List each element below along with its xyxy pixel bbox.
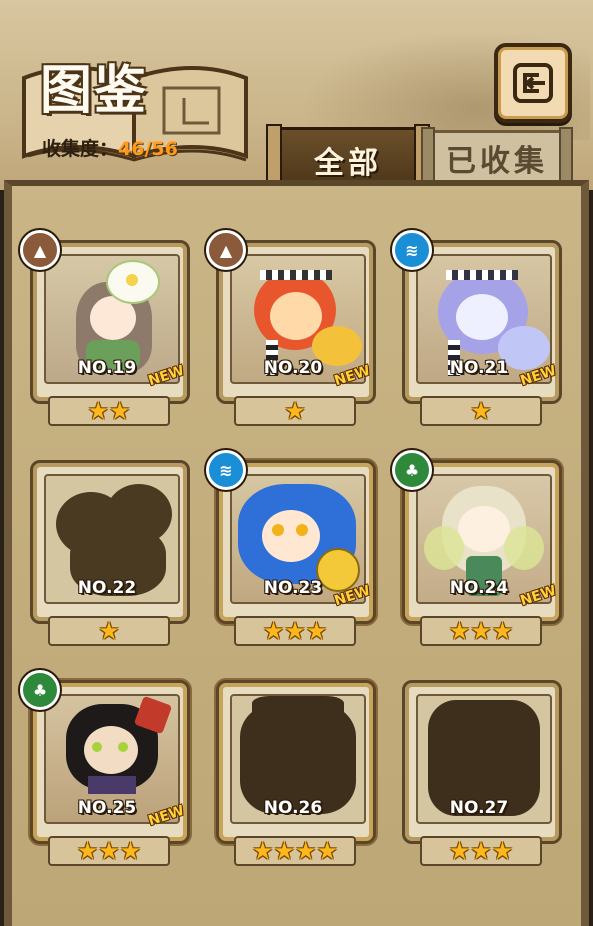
wood-element-icon: ♣ xyxy=(20,670,60,710)
star-plate: ★★★ xyxy=(420,616,542,646)
monster-card-23[interactable]: ≋ NO.23 NEW ★★★ xyxy=(206,450,376,646)
progress-label: 收集度： xyxy=(42,138,119,160)
star-plate: ★★★ xyxy=(234,616,356,646)
collection-progress: 收集度：46/56 xyxy=(42,134,178,161)
star-plate: ★★★ xyxy=(420,836,542,866)
rarity-stars-icon: ★ xyxy=(98,617,120,645)
tab-collected[interactable]: 已收集 xyxy=(421,127,573,187)
monster-number: NO.27 xyxy=(449,798,509,818)
rarity-stars-icon: ★ xyxy=(284,397,306,425)
monster-card-27[interactable]: NO.27 ★★★ xyxy=(402,680,562,866)
rarity-stars-icon: ★★★ xyxy=(262,617,328,645)
monster-card-21[interactable]: ≋ NO.21 NEW ★ xyxy=(392,230,562,426)
monster-card-20[interactable]: ▲ NO.20 NEW ★ xyxy=(206,230,376,426)
rarity-stars-icon: ★★ xyxy=(87,397,131,425)
progress-value: 46/56 xyxy=(118,138,178,160)
star-plate: ★★ xyxy=(48,396,170,426)
water-element-icon: ≋ xyxy=(392,230,432,270)
star-plate: ★★★ xyxy=(48,836,170,866)
earth-element-icon: ▲ xyxy=(20,230,60,270)
card-frame xyxy=(402,680,562,844)
rarity-stars-icon: ★★★★ xyxy=(251,837,339,865)
rarity-stars-icon: ★ xyxy=(470,397,492,425)
monster-card-25[interactable]: ♣ NO.25 NEW ★★★ xyxy=(20,670,190,866)
rarity-stars-icon: ★★★ xyxy=(448,837,514,865)
back-arrow-icon xyxy=(513,63,553,103)
back-button[interactable] xyxy=(494,43,572,123)
monster-card-19[interactable]: ▲ NO.19 NEW ★★ xyxy=(20,230,190,426)
monster-card-26[interactable]: NO.26 ★★★★ xyxy=(216,680,376,866)
star-plate: ★ xyxy=(48,616,170,646)
rarity-stars-icon: ★★★ xyxy=(448,617,514,645)
star-plate: ★ xyxy=(234,396,356,426)
star-plate: ★★★★ xyxy=(234,836,356,866)
monster-number: NO.26 xyxy=(263,798,323,818)
page-title: 图鉴 xyxy=(40,61,149,121)
card-frame xyxy=(216,680,376,844)
monster-card-22[interactable]: NO.22 ★ xyxy=(30,460,190,646)
wood-element-icon: ♣ xyxy=(392,450,432,490)
rarity-stars-icon: ★★★ xyxy=(76,837,142,865)
monster-number: NO.22 xyxy=(77,578,137,598)
earth-element-icon: ▲ xyxy=(206,230,246,270)
monster-card-24[interactable]: ♣ NO.24 NEW ★★★ xyxy=(392,450,562,646)
card-frame xyxy=(30,460,190,624)
star-plate: ★ xyxy=(420,396,542,426)
water-element-icon: ≋ xyxy=(206,450,246,490)
